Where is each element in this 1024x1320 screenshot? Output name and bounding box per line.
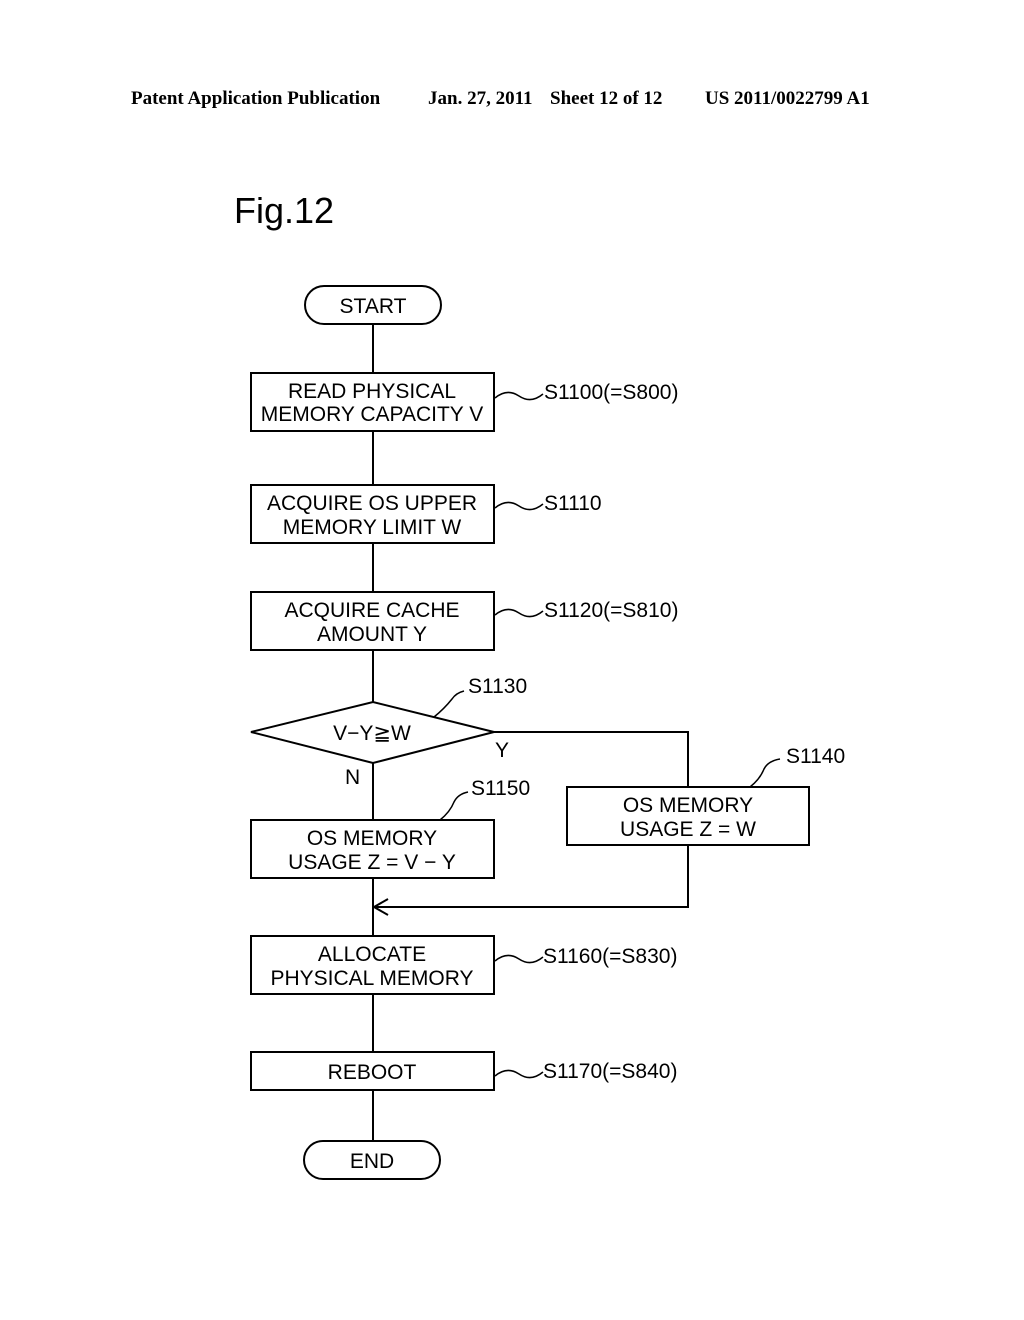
step-text: USAGE Z = W bbox=[620, 818, 756, 841]
step-text: OS MEMORY bbox=[307, 827, 437, 850]
step-text: ACQUIRE OS UPPER bbox=[267, 492, 477, 515]
leader-line bbox=[749, 758, 781, 788]
step-text: PHYSICAL MEMORY bbox=[270, 967, 473, 990]
step-ref-label: S1170(=S840) bbox=[543, 1060, 677, 1083]
step-text: ALLOCATE bbox=[318, 943, 426, 966]
step-ref-label: S1110 bbox=[544, 492, 602, 515]
decision-text: V−Y≧W bbox=[333, 722, 411, 745]
leader-line bbox=[494, 608, 544, 618]
leader-line bbox=[494, 391, 544, 401]
end-label: END bbox=[350, 1150, 394, 1173]
step-ref-label: S1100(=S800) bbox=[544, 381, 678, 404]
leader-line bbox=[433, 690, 465, 718]
flowchart: START END READ PHYSICAL MEMORY CAPACITY … bbox=[250, 285, 845, 1180]
step-text: MEMORY LIMIT W bbox=[283, 516, 462, 539]
step-text: OS MEMORY bbox=[623, 794, 753, 817]
step-text: READ PHYSICAL bbox=[288, 380, 456, 403]
step-ref-label: S1140 bbox=[786, 745, 845, 768]
step-ref-label: S1150 bbox=[471, 777, 530, 800]
step-text: AMOUNT Y bbox=[317, 623, 427, 646]
leader-line bbox=[494, 954, 544, 964]
step-text: MEMORY CAPACITY V bbox=[261, 403, 484, 426]
no-label: N bbox=[345, 766, 360, 789]
leader-line bbox=[439, 791, 469, 821]
step-text: REBOOT bbox=[328, 1061, 417, 1084]
step-ref-label: S1160(=S830) bbox=[543, 945, 677, 968]
leader-line bbox=[494, 1069, 544, 1079]
yes-label: Y bbox=[495, 739, 509, 762]
step-text: USAGE Z = V − Y bbox=[288, 851, 456, 874]
step-text: ACQUIRE CACHE bbox=[284, 599, 459, 622]
start-label: START bbox=[340, 295, 407, 318]
step-ref-label: S1130 bbox=[468, 675, 527, 698]
step-ref-label: S1120(=S810) bbox=[544, 599, 678, 622]
leader-line bbox=[494, 501, 544, 511]
